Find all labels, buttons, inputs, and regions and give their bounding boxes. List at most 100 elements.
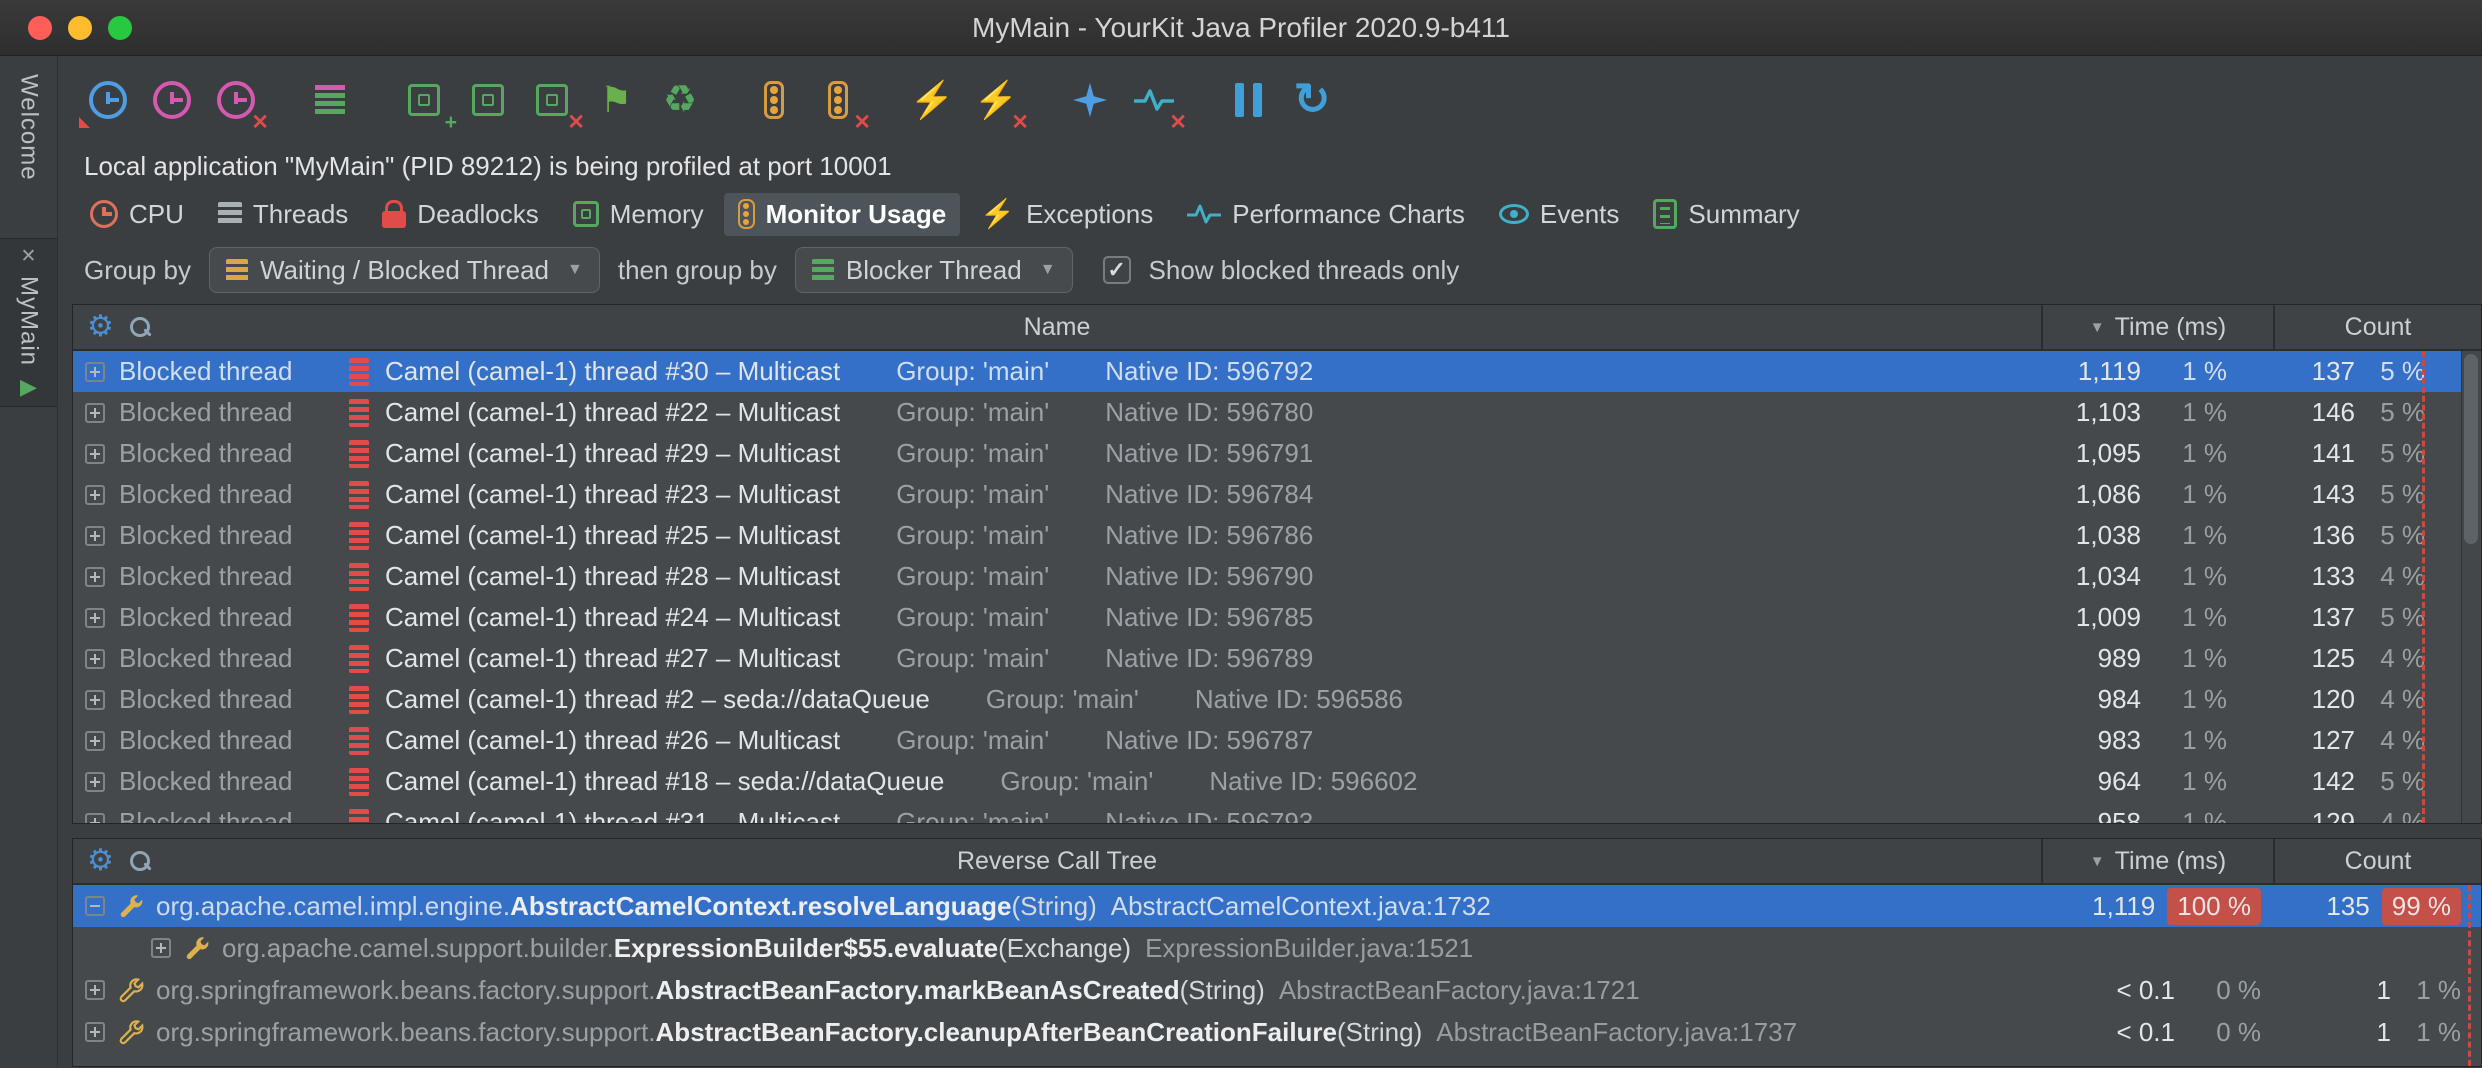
- blocked-thread-label: Blocked thread: [119, 520, 349, 551]
- time-cell: 1,034 1 %: [2041, 561, 2273, 592]
- search-icon[interactable]: [130, 317, 150, 337]
- tab-cpu[interactable]: CPU: [76, 193, 198, 236]
- gear-icon[interactable]: ⚙: [87, 846, 114, 876]
- collapse-icon[interactable]: [85, 896, 105, 916]
- stop-cpu-profiling-button[interactable]: ✕: [210, 74, 262, 126]
- tab-monitor-usage[interactable]: Monitor Usage: [724, 193, 961, 236]
- sidebar-tab-welcome[interactable]: Welcome: [15, 66, 43, 194]
- expand-icon[interactable]: [85, 567, 105, 587]
- blocked-thread-label: Blocked thread: [119, 356, 349, 387]
- memory-chip-icon: [408, 84, 440, 116]
- capture-memory-snapshot-button[interactable]: [462, 74, 514, 126]
- then-group-by-dropdown[interactable]: Blocker Thread ▼: [795, 247, 1073, 293]
- stop-exception-profiling-button[interactable]: ⚡✕: [970, 74, 1022, 126]
- thread-row[interactable]: Blocked thread Camel (camel-1) thread #2…: [73, 474, 2481, 515]
- expand-icon[interactable]: [85, 649, 105, 669]
- thread-row[interactable]: Blocked thread Camel (camel-1) thread #2…: [73, 720, 2481, 761]
- count-value: 136: [2273, 520, 2355, 551]
- stop-telemetry-button[interactable]: ✕: [1128, 74, 1180, 126]
- thread-row[interactable]: Blocked thread Camel (camel-1) thread #2…: [73, 392, 2481, 433]
- count-header-label: Count: [2345, 847, 2412, 876]
- call-tree-row[interactable]: org.springframework.beans.factory.suppor…: [73, 969, 2481, 1011]
- thread-row[interactable]: Blocked thread Camel (camel-1) thread #1…: [73, 761, 2481, 802]
- thread-row[interactable]: Blocked thread Camel (camel-1) thread #2…: [73, 556, 2481, 597]
- inspections-button[interactable]: [1064, 74, 1116, 126]
- mark-event-button[interactable]: ⚑: [590, 74, 642, 126]
- expand-icon[interactable]: [85, 608, 105, 628]
- expand-icon[interactable]: [85, 980, 105, 1000]
- zoom-window-button[interactable]: [108, 16, 132, 40]
- thread-row[interactable]: Blocked thread Camel (camel-1) thread #2…: [73, 597, 2481, 638]
- show-blocked-threads-checkbox[interactable]: ✓: [1103, 256, 1131, 284]
- count-value: 137: [2273, 356, 2355, 387]
- expand-icon[interactable]: [85, 772, 105, 792]
- magic-wand-icon: [1073, 83, 1107, 117]
- refresh-button[interactable]: ↻: [1286, 74, 1338, 126]
- sample-cpu-button[interactable]: [82, 74, 134, 126]
- capture-thread-dump-button[interactable]: [304, 74, 356, 126]
- x-badge-icon: ✕: [1011, 112, 1029, 133]
- time-percent: 1 %: [2141, 766, 2227, 797]
- thread-native-id: Native ID: 596586: [1195, 684, 1403, 715]
- expand-icon[interactable]: [85, 485, 105, 505]
- thread-row[interactable]: Blocked thread Camel (camel-1) thread #2…: [73, 433, 2481, 474]
- expand-icon[interactable]: [85, 403, 105, 423]
- thread-row[interactable]: Blocked thread Camel (camel-1) thread #2…: [73, 679, 2481, 720]
- tab-threads[interactable]: Threads: [204, 193, 362, 236]
- column-header-time[interactable]: ▼ Time (ms): [2041, 839, 2273, 883]
- method-name: ExpressionBuilder$55.evaluate: [614, 933, 998, 964]
- tab-memory[interactable]: Memory: [559, 193, 718, 236]
- column-header-count[interactable]: Count: [2273, 839, 2481, 883]
- tab-events[interactable]: Events: [1485, 193, 1634, 236]
- thread-name: Camel (camel-1) thread #30 – Multicast: [385, 356, 840, 387]
- sidebar-tab-mymain[interactable]: ✕ MyMain ▶: [0, 238, 57, 407]
- thread-row[interactable]: Blocked thread Camel (camel-1) thread #3…: [73, 351, 2481, 392]
- expand-icon[interactable]: [85, 813, 105, 825]
- column-header-count[interactable]: Count: [2273, 305, 2481, 349]
- close-window-button[interactable]: [28, 16, 52, 40]
- expand-icon[interactable]: [85, 690, 105, 710]
- scrollbar-thumb[interactable]: [2464, 354, 2478, 544]
- group-by-dropdown[interactable]: Waiting / Blocked Thread ▼: [209, 247, 600, 293]
- call-tree-row[interactable]: org.springframework.beans.factory.suppor…: [73, 1011, 2481, 1053]
- expand-icon[interactable]: [151, 938, 171, 958]
- thread-row[interactable]: Blocked thread Camel (camel-1) thread #2…: [73, 638, 2481, 679]
- close-icon[interactable]: ✕: [21, 247, 37, 266]
- time-header-label: Time (ms): [2115, 313, 2227, 342]
- search-icon[interactable]: [130, 851, 150, 871]
- table-header: ⚙ Name ▼ Time (ms) Count: [73, 305, 2481, 351]
- trace-cpu-button[interactable]: [146, 74, 198, 126]
- tab-deadlocks[interactable]: Deadlocks: [368, 193, 552, 236]
- expand-icon[interactable]: [85, 526, 105, 546]
- tab-performance-charts[interactable]: Performance Charts: [1173, 193, 1479, 236]
- time-cell: 989 1 %: [2041, 643, 2273, 674]
- pause-button[interactable]: [1222, 74, 1274, 126]
- force-gc-button[interactable]: ♻: [654, 74, 706, 126]
- vertical-scrollbar[interactable]: [2461, 351, 2481, 823]
- gear-icon[interactable]: ⚙: [87, 312, 114, 342]
- stop-monitor-profiling-button[interactable]: ✕: [812, 74, 864, 126]
- column-header-name[interactable]: Name: [73, 313, 2041, 342]
- time-value: 964: [2041, 766, 2141, 797]
- minimize-window-button[interactable]: [68, 16, 92, 40]
- call-tree-row[interactable]: org.apache.camel.impl.engine.AbstractCam…: [73, 885, 2481, 927]
- column-header-time[interactable]: ▼ Time (ms): [2041, 305, 2273, 349]
- tab-summary[interactable]: Summary: [1639, 193, 1813, 236]
- stop-allocation-recording-button[interactable]: ✕: [526, 74, 578, 126]
- count-cell: 137 5 %: [2273, 602, 2481, 633]
- start-exception-profiling-button[interactable]: ⚡: [906, 74, 958, 126]
- panel-splitter[interactable]: [72, 824, 2482, 838]
- start-allocation-recording-button[interactable]: +: [398, 74, 450, 126]
- start-monitor-profiling-button[interactable]: [748, 74, 800, 126]
- thread-icon: [349, 604, 369, 632]
- call-tree-row[interactable]: org.apache.camel.support.builder.Express…: [73, 927, 2481, 969]
- tab-exceptions[interactable]: ⚡Exceptions: [966, 193, 1167, 236]
- expand-icon[interactable]: [85, 731, 105, 751]
- time-percent: 0 %: [2175, 1017, 2261, 1048]
- expand-icon[interactable]: [85, 362, 105, 382]
- expand-icon[interactable]: [85, 1022, 105, 1042]
- expand-icon[interactable]: [85, 444, 105, 464]
- thread-row[interactable]: Blocked thread Camel (camel-1) thread #3…: [73, 802, 2481, 824]
- thread-row[interactable]: Blocked thread Camel (camel-1) thread #2…: [73, 515, 2481, 556]
- wrench-icon: [183, 935, 210, 962]
